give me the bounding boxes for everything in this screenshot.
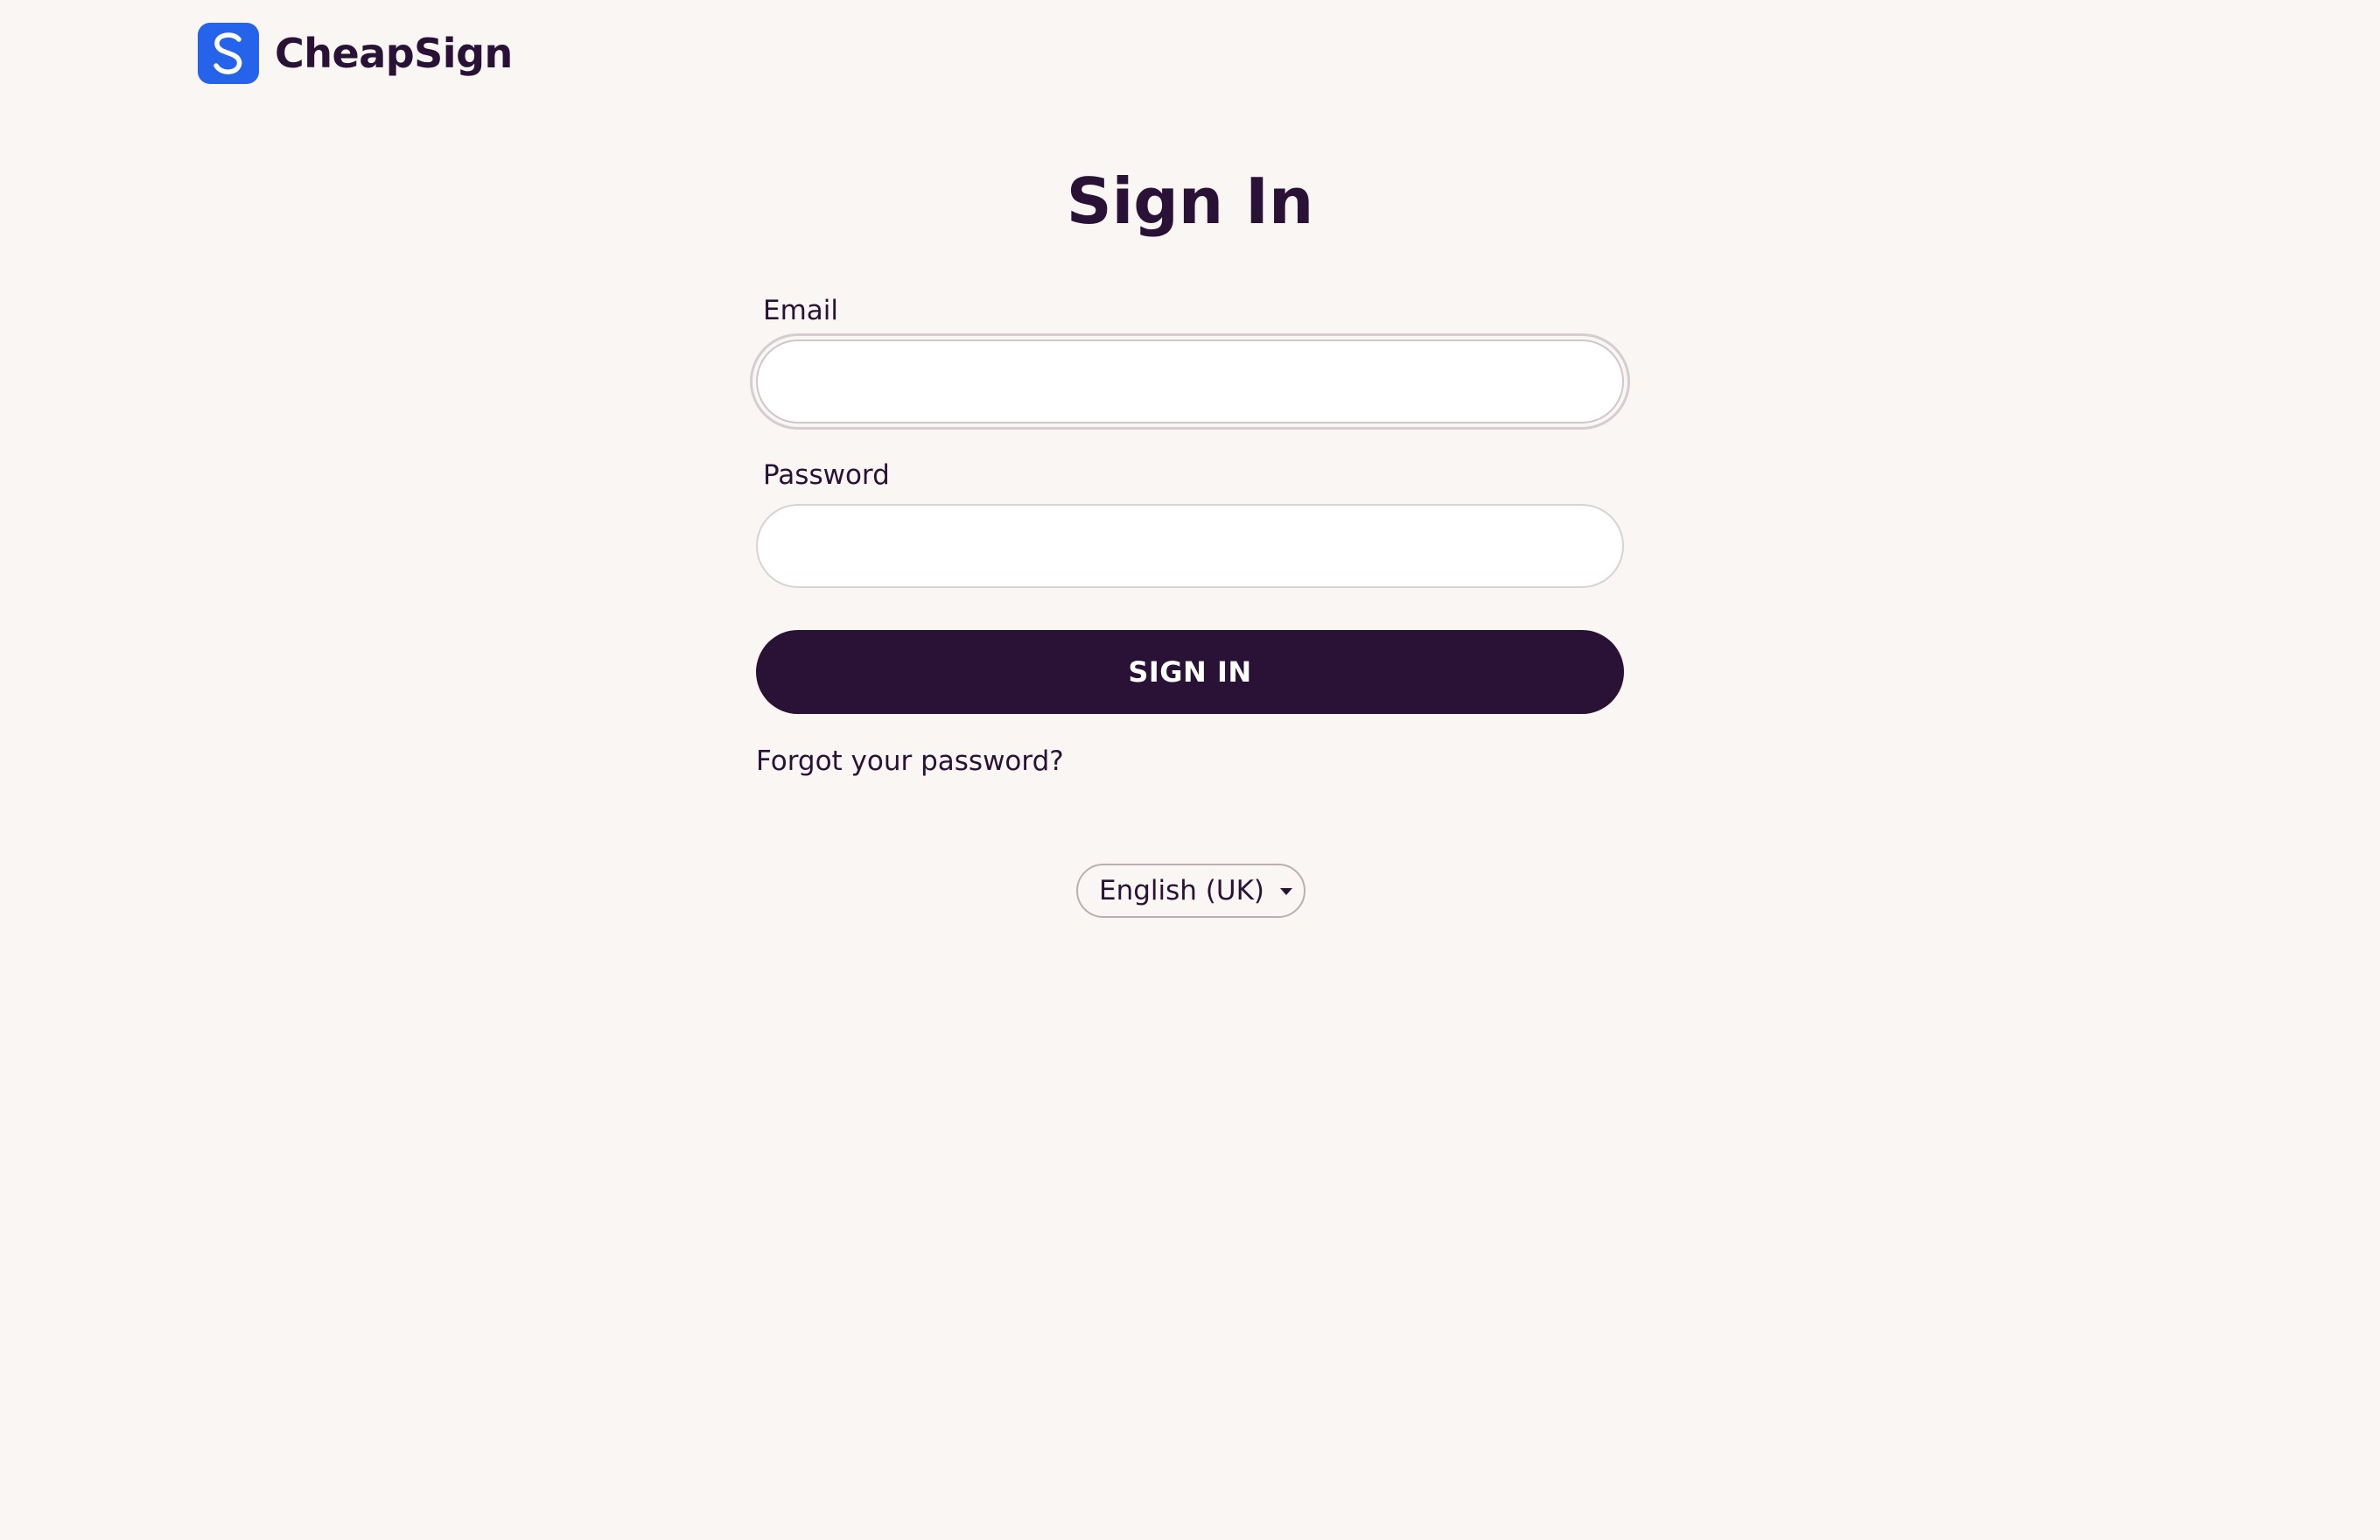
email-label: Email [763, 295, 839, 326]
caret-down-icon [1280, 888, 1292, 895]
cheapsign-logo-icon [198, 23, 259, 84]
sign-in-button[interactable]: SIGN IN [756, 630, 1624, 714]
language-selector[interactable]: English (UK) [1076, 864, 1306, 918]
language-selected-label: English (UK) [1099, 875, 1264, 906]
password-field[interactable] [756, 504, 1624, 588]
page-title: Sign In [1066, 164, 1314, 238]
password-label: Password [763, 459, 890, 491]
brand-logo[interactable]: CheapSign [198, 23, 513, 84]
sign-in-form: Email Password SIGN IN Forgot your passw… [756, 289, 1624, 777]
brand-name: CheapSign [275, 30, 513, 77]
sign-in-page: CheapSign Sign In Email Password SIGN IN… [0, 0, 2380, 1540]
forgot-password-link[interactable]: Forgot your password? [756, 746, 1064, 777]
email-field[interactable] [756, 340, 1624, 424]
